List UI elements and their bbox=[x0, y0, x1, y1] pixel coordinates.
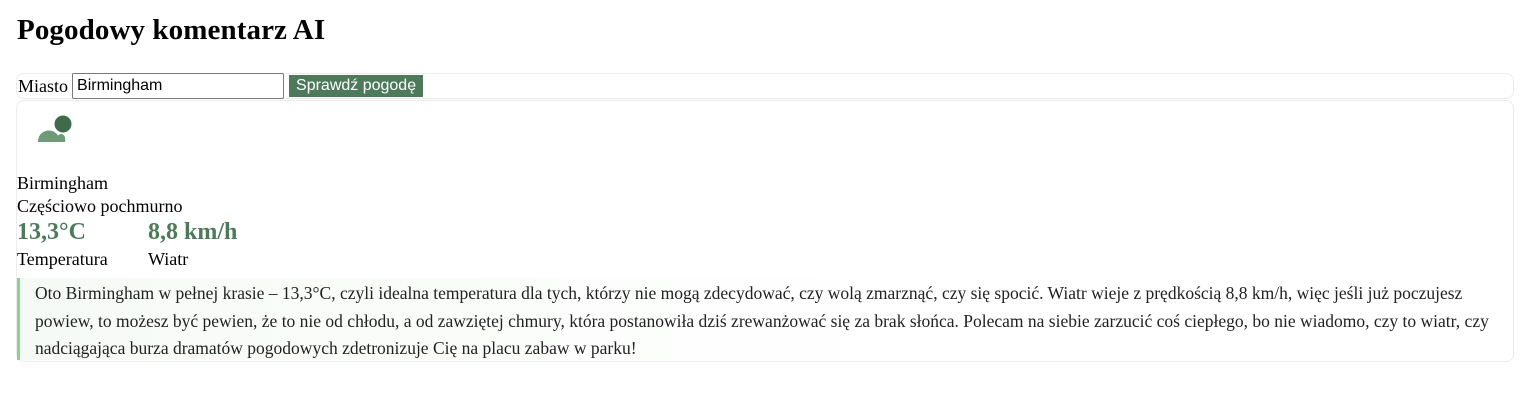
search-form: Miasto Sprawdź pogodę bbox=[16, 73, 1514, 99]
wind-caption: Wiatr bbox=[148, 249, 189, 269]
temperature-value: 13,3°C bbox=[17, 219, 86, 245]
city-label: Miasto bbox=[18, 75, 69, 96]
temperature-stat: 13,3°C Temperatura bbox=[17, 218, 108, 270]
partly-cloudy-icon bbox=[36, 115, 76, 147]
wind-stat: 8,8 km/h Wiatr bbox=[148, 218, 237, 270]
page: Pogodowy komentarz AI Miasto Sprawdź pog… bbox=[0, 0, 1528, 362]
ai-commentary: Oto Birmingham w pełnej krasie – 13,3°C,… bbox=[17, 278, 1501, 360]
weather-city: Birmingham bbox=[17, 173, 108, 193]
page-title: Pogodowy komentarz AI bbox=[17, 14, 326, 46]
wind-value: 8,8 km/h bbox=[148, 219, 238, 245]
check-weather-button[interactable]: Sprawdź pogodę bbox=[289, 75, 424, 97]
city-input[interactable] bbox=[72, 73, 285, 99]
weather-condition: Częściowo pochmurno bbox=[17, 196, 183, 216]
temperature-caption: Temperatura bbox=[17, 249, 108, 269]
weather-card: Birmingham Częściowo pochmurno 13,3°C Te… bbox=[16, 100, 1514, 362]
